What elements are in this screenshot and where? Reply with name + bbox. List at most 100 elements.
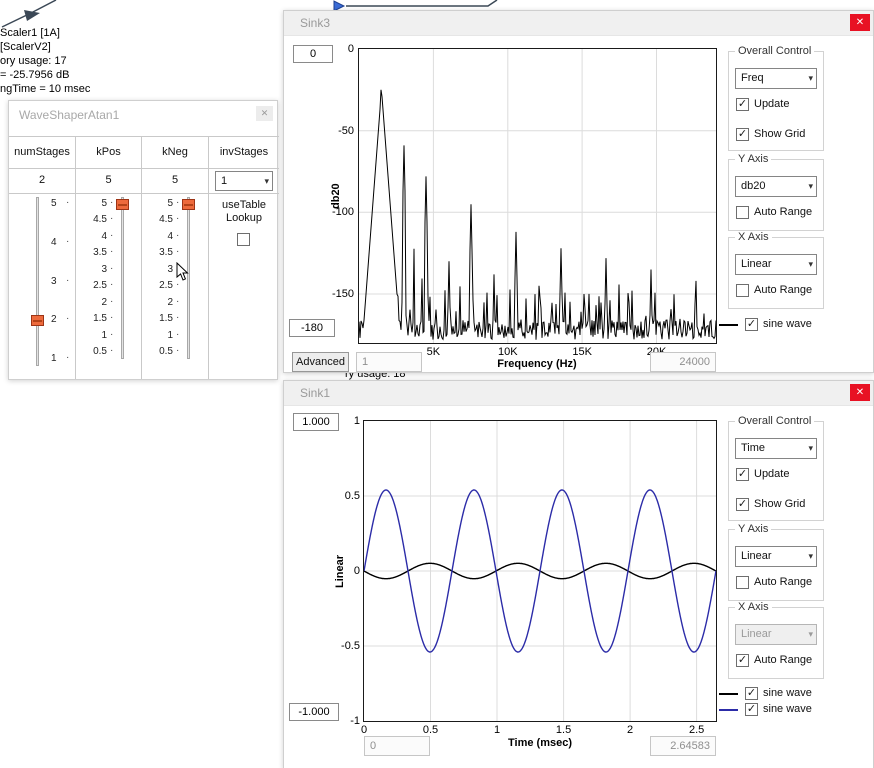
y-auto-range-checkbox[interactable] bbox=[736, 206, 749, 219]
close-icon: ✕ bbox=[856, 387, 864, 398]
y-axis-group: Y Axis Linear ▾ Auto Range bbox=[728, 529, 824, 601]
kNeg-slider-handle[interactable] bbox=[182, 199, 195, 210]
group-label: X Axis bbox=[735, 601, 772, 613]
x-tick-label: 5K bbox=[427, 346, 440, 358]
y-tick-label: -0.5 bbox=[326, 640, 360, 652]
combo-value: db20 bbox=[741, 180, 765, 192]
x-tick-label: 10K bbox=[498, 346, 518, 358]
window-titlebar[interactable]: Sink1 bbox=[284, 381, 873, 406]
combo-value: Linear bbox=[741, 258, 772, 270]
x-tick-label: 1.5 bbox=[556, 724, 571, 736]
sink1-window: Sink1 ✕ 1.000 -1.000 Linear 10.50-0.5-1 … bbox=[283, 380, 874, 768]
slider-tick-mark: · bbox=[176, 197, 179, 208]
legend-checkbox[interactable] bbox=[745, 703, 758, 716]
y-tick-label: 0.5 bbox=[326, 490, 360, 502]
x-max-edit[interactable]: 24000 bbox=[650, 352, 716, 372]
oscilloscope-plot bbox=[363, 420, 717, 722]
y-axis-combo[interactable]: db20 ▾ bbox=[735, 176, 817, 197]
x-axis-label: Time (msec) bbox=[508, 737, 572, 749]
chevron-down-icon: ▾ bbox=[808, 629, 813, 640]
checkbox-label: Update bbox=[754, 468, 789, 480]
chevron-down-icon: ▾ bbox=[808, 181, 813, 192]
slider-tick-label: 3.5 bbox=[147, 247, 173, 258]
y-axis-ticks: 10.50-0.5-1 bbox=[326, 421, 360, 721]
slider-tick-label: 3 bbox=[147, 264, 173, 275]
y-tick-label: -50 bbox=[322, 125, 354, 137]
legend: sine wave bbox=[719, 318, 869, 334]
legend-label: sine wave bbox=[763, 687, 812, 699]
close-button[interactable]: ✕ bbox=[850, 384, 870, 401]
slider-tick-mark: · bbox=[176, 345, 179, 356]
slider-tick-mark: · bbox=[176, 230, 179, 241]
slider-tick-label: 2.5 bbox=[147, 280, 173, 291]
x-auto-range-checkbox[interactable] bbox=[736, 284, 749, 297]
window-titlebar[interactable]: Sink3 bbox=[284, 11, 873, 36]
x-axis-label: Frequency (Hz) bbox=[497, 358, 576, 370]
x-tick-label: 2 bbox=[627, 724, 633, 736]
slider-tick-mark: · bbox=[176, 246, 179, 257]
window-title: Sink3 bbox=[300, 16, 330, 30]
slider-tick-label: 4.5 bbox=[147, 214, 173, 225]
x-min-edit[interactable]: 0 bbox=[364, 736, 430, 756]
overall-control-group: Overall Control Freq ▾ Update Show Grid bbox=[728, 51, 824, 151]
close-button[interactable]: ✕ bbox=[850, 14, 870, 31]
legend-label: sine wave bbox=[763, 703, 812, 715]
x-axis-group: X Axis Linear ▾ Auto Range bbox=[728, 237, 824, 309]
overall-control-group: Overall Control Time ▾ Update Show Grid bbox=[728, 421, 824, 521]
checkbox-label: Auto Range bbox=[754, 284, 812, 296]
y-axis-combo[interactable]: Linear ▾ bbox=[735, 546, 817, 567]
show-grid-checkbox[interactable] bbox=[736, 128, 749, 141]
legend-line-sample bbox=[719, 709, 738, 711]
debug-line: ory usage: 17 bbox=[0, 54, 90, 68]
y-tick-label: -1 bbox=[326, 715, 360, 727]
x-tick-label: 15K bbox=[572, 346, 592, 358]
combo-value: Linear bbox=[741, 550, 772, 562]
x-max-edit[interactable]: 2.64583 bbox=[650, 736, 716, 756]
legend-line-sample bbox=[719, 324, 738, 326]
x-axis-combo[interactable]: Linear ▾ bbox=[735, 624, 817, 645]
x-min-edit[interactable]: 1 bbox=[356, 352, 422, 372]
legend-line-sample bbox=[719, 693, 738, 695]
x-auto-range-checkbox[interactable] bbox=[736, 654, 749, 667]
x-axis-ticks: 0 0.5 1 1.5 2 2.5 bbox=[364, 724, 716, 736]
slider-tick-label: 1 bbox=[147, 330, 173, 341]
checkbox-label: Show Grid bbox=[754, 128, 805, 140]
waveshaper-window: WaveShaperAtan1 ✕ numStages kPos kNeg in… bbox=[8, 100, 278, 380]
legend-item: sine wave bbox=[719, 687, 869, 701]
legend-item: sine wave bbox=[719, 318, 869, 332]
x-tick-label: 0.5 bbox=[423, 724, 438, 736]
chevron-down-icon: ▾ bbox=[808, 73, 813, 84]
mouse-cursor bbox=[176, 262, 190, 282]
y-axis-ticks: 0-50-100-150 bbox=[322, 49, 354, 343]
legend-checkbox[interactable] bbox=[745, 687, 758, 700]
overall-control-combo[interactable]: Freq ▾ bbox=[735, 68, 817, 89]
advanced-button[interactable]: Advanced bbox=[292, 352, 349, 372]
group-label: Overall Control bbox=[735, 45, 814, 57]
slider-tick-label: 4 bbox=[147, 231, 173, 242]
legend-checkbox[interactable] bbox=[745, 318, 758, 331]
spectrum-plot bbox=[358, 48, 717, 344]
slider-tick-mark: · bbox=[176, 329, 179, 340]
x-tick-label: 0 bbox=[361, 724, 367, 736]
x-tick-label: 2.5 bbox=[689, 724, 704, 736]
y-axis-group: Y Axis db20 ▾ Auto Range bbox=[728, 159, 824, 231]
slider-tick-label: 2 bbox=[147, 297, 173, 308]
legend-label: sine wave bbox=[763, 318, 812, 330]
wire-arrowhead-icon bbox=[24, 10, 40, 21]
slider-tick-mark: · bbox=[176, 213, 179, 224]
debug-line: [ScalerV2] bbox=[0, 40, 90, 54]
show-grid-checkbox[interactable] bbox=[736, 498, 749, 511]
update-checkbox[interactable] bbox=[736, 468, 749, 481]
checkbox-label: Auto Range bbox=[754, 206, 812, 218]
overall-control-combo[interactable]: Time ▾ bbox=[735, 438, 817, 459]
x-tick-label: 1 bbox=[494, 724, 500, 736]
combo-value: Freq bbox=[741, 72, 764, 84]
x-axis-combo[interactable]: Linear ▾ bbox=[735, 254, 817, 275]
chevron-down-icon: ▾ bbox=[808, 259, 813, 270]
slider-tick-mark: · bbox=[176, 312, 179, 323]
group-label: Overall Control bbox=[735, 415, 814, 427]
y-tick-label: 1 bbox=[326, 415, 360, 427]
y-tick-label: 0 bbox=[322, 43, 354, 55]
y-auto-range-checkbox[interactable] bbox=[736, 576, 749, 589]
update-checkbox[interactable] bbox=[736, 98, 749, 111]
